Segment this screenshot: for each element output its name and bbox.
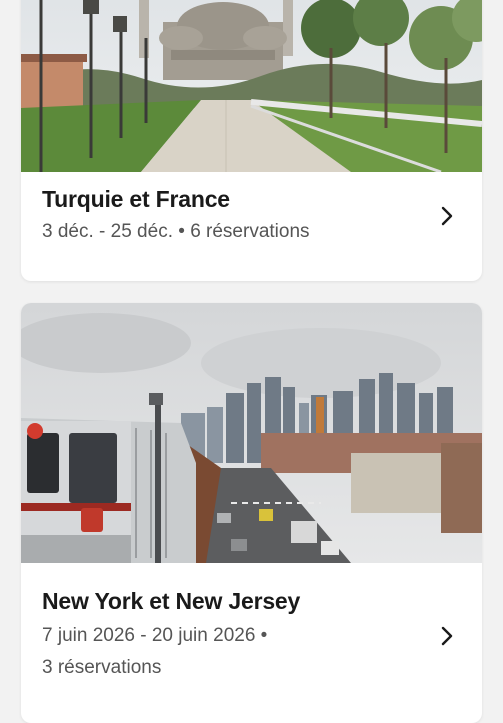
trip-reservations: 3 réservations xyxy=(42,657,162,678)
trip-title: Turquie et France xyxy=(42,186,230,212)
new-york-subway-photo xyxy=(21,303,482,563)
trip-card-new-york-new-jersey[interactable]: New York et New Jersey 7 juin 2026 - 20 … xyxy=(21,303,482,723)
chevron-right-icon[interactable] xyxy=(436,205,458,227)
trip-reservations: 6 réservations xyxy=(190,221,310,242)
trip-card-turquie-france[interactable]: Turquie et France 3 déc. - 25 déc. • 6 r… xyxy=(21,0,482,281)
chevron-right-icon[interactable] xyxy=(436,625,458,647)
trip-dates: 3 déc. - 25 déc. xyxy=(42,221,173,242)
meta-separator: • xyxy=(260,625,268,646)
meta-separator: • xyxy=(178,221,185,242)
trip-meta: 3 déc. - 25 déc. • 6 réservations xyxy=(42,216,372,248)
trip-info: Turquie et France 3 déc. - 25 déc. • 6 r… xyxy=(21,172,482,281)
trip-title: New York et New Jersey xyxy=(42,588,301,614)
istanbul-mosque-photo xyxy=(21,0,482,172)
trip-dates: 7 juin 2026 - 20 juin 2026 xyxy=(42,625,256,646)
trip-meta: 7 juin 2026 - 20 juin 2026 • 3 réservati… xyxy=(42,620,372,684)
trip-info: New York et New Jersey 7 juin 2026 - 20 … xyxy=(21,563,482,723)
